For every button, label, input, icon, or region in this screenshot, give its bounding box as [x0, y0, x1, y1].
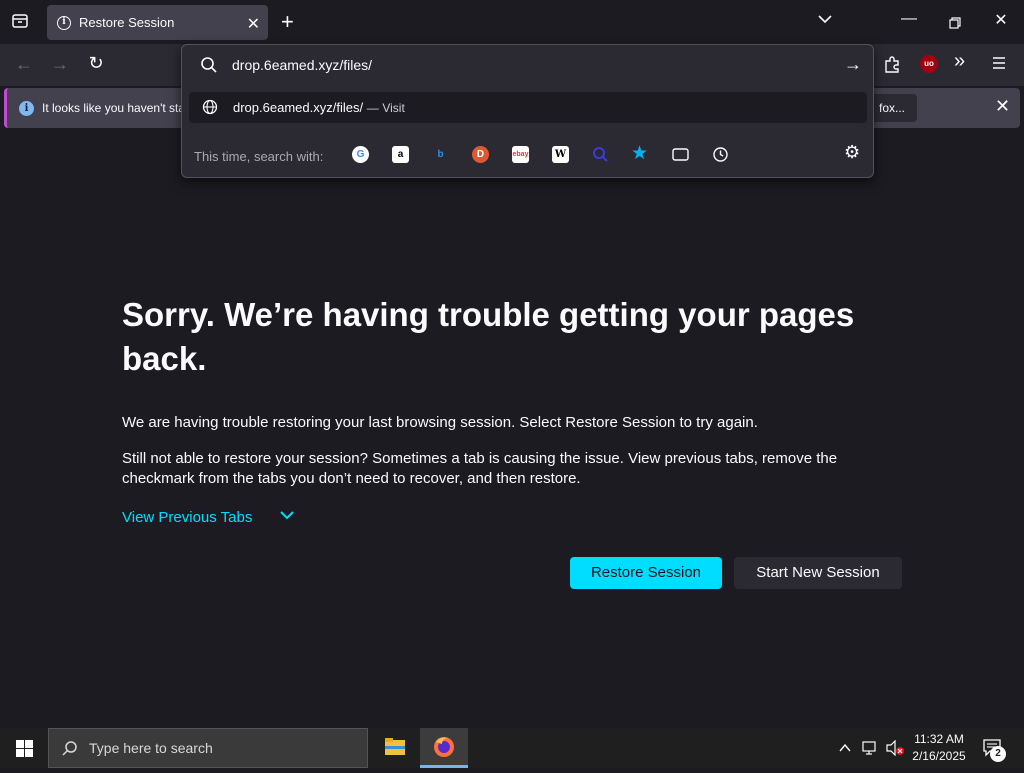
go-arrow-icon[interactable]: → — [844, 54, 862, 75]
suggestion-separator: — — [366, 101, 379, 115]
view-previous-tabs-link[interactable]: View Previous Tabs — [122, 509, 252, 526]
extensions-icon[interactable] — [883, 55, 901, 78]
suggestion-action: Visit — [382, 101, 405, 115]
back-icon[interactable]: ← — [12, 54, 36, 75]
suggestion-url: drop.6eamed.xyz/files/ — [233, 100, 364, 115]
chevron-down-icon[interactable] — [816, 12, 834, 31]
start-new-session-button[interactable]: Start New Session — [734, 557, 902, 589]
error-page: Sorry. We’re having trouble getting your… — [0, 130, 1024, 728]
suggestion-text: drop.6eamed.xyz/files/ — Visit — [233, 100, 405, 115]
firefox-icon[interactable] — [420, 728, 468, 768]
file-explorer-icon[interactable] — [371, 728, 419, 768]
settings-gear-icon[interactable]: ⚙ — [844, 142, 860, 163]
windows-start-icon[interactable] — [16, 740, 33, 762]
menu-icon[interactable] — [991, 55, 1007, 76]
start-new-session-label: Start New Session — [756, 564, 880, 581]
description-text: We are having trouble restoring your las… — [122, 414, 758, 431]
google-icon[interactable]: G — [352, 146, 369, 163]
url-input[interactable]: drop.6eamed.xyz/files/ → — [182, 45, 873, 85]
info-icon: i — [19, 100, 34, 116]
show-hidden-icons-chevron[interactable] — [838, 741, 852, 759]
history-icon[interactable] — [712, 146, 729, 168]
overflow-chevrons-icon[interactable]: » — [954, 50, 965, 73]
new-tab-icon[interactable]: + — [281, 9, 294, 35]
search-icon — [61, 740, 78, 762]
url-suggestion[interactable]: drop.6eamed.xyz/files/ — Visit — [189, 92, 867, 123]
chevron-down-icon[interactable] — [278, 508, 296, 525]
url-value: drop.6eamed.xyz/files/ — [232, 57, 373, 73]
notification-text: It looks like you haven't sta — [42, 101, 186, 115]
tab-restore-session[interactable]: i Restore Session ✕ — [47, 5, 268, 40]
ebay-icon[interactable]: ebay — [512, 146, 529, 163]
search-with-label: This time, search with: — [194, 149, 324, 164]
tab-list-icon[interactable] — [10, 11, 30, 31]
globe-icon — [202, 99, 218, 120]
forward-icon[interactable]: → — [48, 54, 72, 75]
notification-count-badge: 2 — [990, 746, 1006, 762]
tab-label: Restore Session — [79, 15, 175, 30]
help-text: Still not able to restore your session? … — [122, 450, 838, 487]
wikipedia-icon[interactable]: W — [552, 146, 569, 163]
close-window-icon[interactable]: ✕ — [989, 10, 1013, 30]
url-dropdown: drop.6eamed.xyz/files/ → drop.6eamed.xyz… — [181, 44, 874, 178]
minimize-icon[interactable]: — — [897, 10, 921, 28]
restore-session-label: Restore Session — [590, 564, 702, 581]
notification-button-label: fox... — [879, 101, 906, 115]
notification-button[interactable]: fox... — [869, 94, 917, 122]
restore-icon[interactable] — [949, 16, 961, 34]
amazon-icon[interactable]: a — [392, 146, 409, 163]
reload-icon[interactable]: ↻ — [84, 53, 108, 74]
bing-icon[interactable]: b — [432, 146, 449, 163]
taskbar-search-placeholder: Type here to search — [89, 740, 213, 756]
clock-time[interactable]: 11:32 AM — [908, 732, 970, 746]
ublock-origin-icon[interactable]: uo — [920, 55, 938, 73]
duckduckgo-icon[interactable]: D — [472, 146, 489, 163]
search-icon[interactable] — [592, 146, 609, 168]
close-tab-icon[interactable]: ✕ — [247, 14, 260, 34]
search-icon — [200, 56, 218, 79]
clock-date[interactable]: 2/16/2025 — [908, 749, 970, 763]
page-title: Sorry. We’re having trouble getting your… — [122, 296, 855, 377]
taskbar: Type here to search 11:32 AM 2/16/2025 2 — [0, 728, 1024, 768]
close-icon[interactable]: ✕ — [995, 96, 1010, 117]
taskbar-search-input[interactable]: Type here to search — [48, 728, 368, 768]
tabs-icon[interactable] — [672, 148, 689, 167]
info-icon: i — [57, 15, 71, 30]
network-icon[interactable] — [862, 740, 880, 761]
restore-session-button[interactable]: Restore Session — [570, 557, 722, 589]
bookmarks-icon[interactable]: ★ — [631, 142, 648, 165]
tab-strip: i Restore Session ✕ + — ✕ — [0, 0, 1024, 44]
volume-muted-icon[interactable] — [886, 739, 906, 761]
